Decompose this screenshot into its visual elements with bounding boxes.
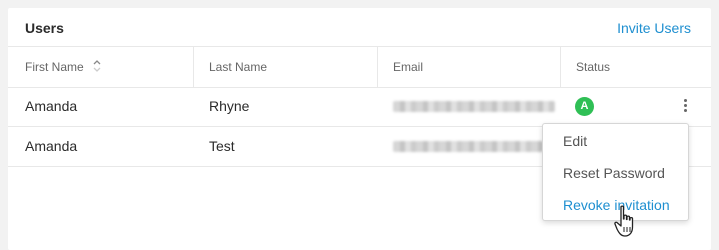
invite-users-link[interactable]: Invite Users	[617, 20, 691, 36]
column-first-name-label: First Name	[25, 60, 84, 74]
table-row[interactable]: Amanda Rhyne A	[8, 87, 711, 127]
column-divider	[193, 47, 194, 87]
kebab-icon[interactable]	[681, 97, 689, 116]
column-status[interactable]: Status	[576, 47, 610, 87]
column-divider	[560, 47, 561, 87]
column-email[interactable]: Email	[393, 47, 423, 87]
sort-icon[interactable]	[93, 59, 101, 73]
menu-item-reset-password[interactable]: Reset Password	[563, 165, 665, 181]
first-name-cell: Amanda	[25, 98, 78, 114]
status-badge: A	[575, 97, 594, 116]
column-first-name[interactable]: First Name	[25, 47, 101, 87]
card-title: Users	[25, 20, 64, 36]
column-divider	[377, 47, 378, 87]
email-cell-redacted	[393, 141, 543, 152]
hand-cursor-icon	[614, 205, 634, 237]
menu-item-edit[interactable]: Edit	[563, 133, 587, 149]
column-last-name[interactable]: Last Name	[209, 47, 267, 87]
last-name-cell: Test	[209, 138, 235, 154]
table-header: First Name Last Name Email Status	[8, 46, 711, 88]
first-name-cell: Amanda	[25, 138, 78, 154]
last-name-cell: Rhyne	[209, 98, 250, 114]
email-cell-redacted	[393, 101, 555, 112]
